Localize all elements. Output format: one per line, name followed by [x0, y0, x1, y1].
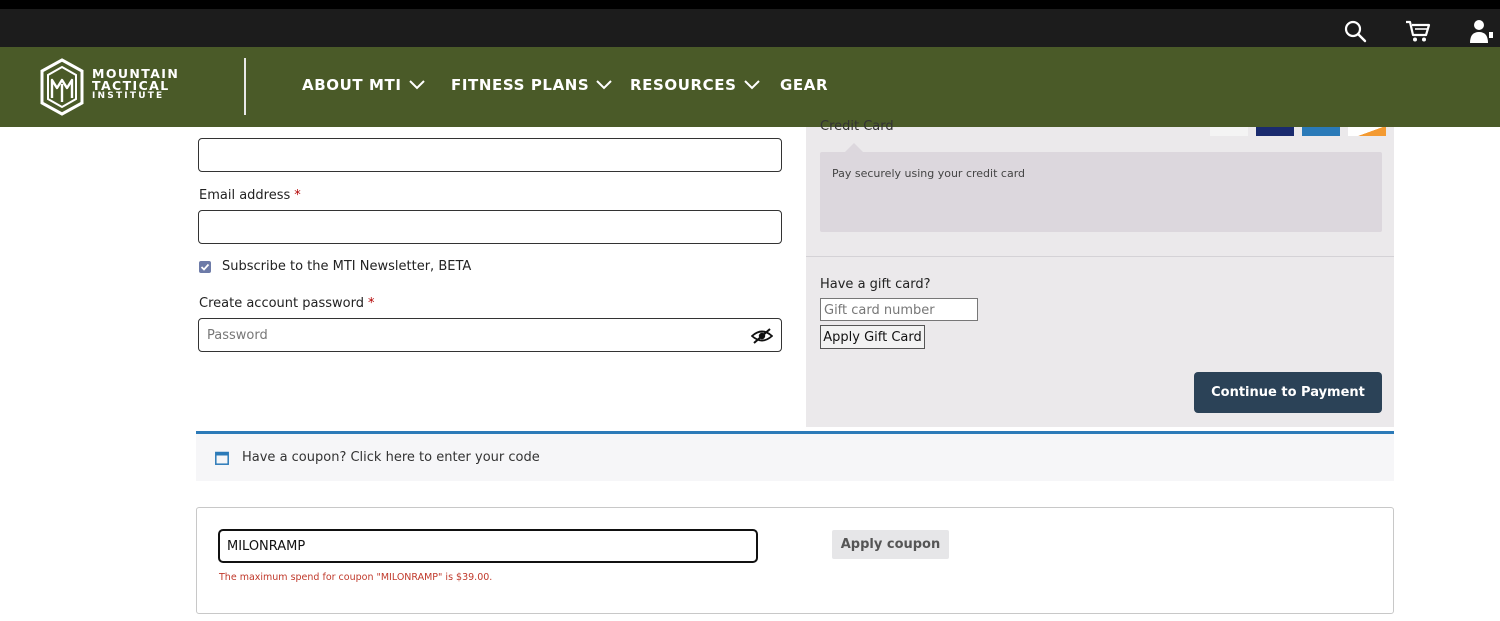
coupon-error-message: The maximum spend for coupon "MILONRAMP"… — [219, 572, 493, 583]
newsletter-checkbox[interactable] — [199, 261, 211, 273]
calendar-icon — [215, 451, 229, 465]
apply-gift-card-button[interactable]: Apply Gift Card — [820, 325, 925, 349]
nav-item-label: FITNESS PLANS — [451, 76, 590, 94]
chevron-down-icon — [596, 80, 613, 90]
required-marker: * — [367, 296, 375, 311]
eye-off-icon[interactable] — [751, 327, 773, 345]
mti-logo-mark-icon — [40, 58, 84, 116]
coupon-code-field[interactable] — [218, 529, 758, 563]
email-label-text: Email address — [199, 188, 291, 203]
newsletter-label: Subscribe to the MTI Newsletter, BETA — [222, 259, 472, 274]
main-navbar: MOUNTAIN TACTICAL INSTITUTE ABOUT MTI FI… — [0, 47, 1500, 127]
gift-card-heading: Have a gift card? — [820, 277, 931, 292]
logo-line-3: INSTITUTE — [92, 91, 165, 101]
logo-line-2: TACTICAL — [92, 77, 170, 93]
discover-logo-icon — [1348, 127, 1386, 136]
mti-logo[interactable]: MOUNTAIN TACTICAL INSTITUTE — [40, 58, 200, 116]
nav-item-label: ABOUT MTI — [302, 76, 402, 94]
required-marker: * — [294, 188, 301, 203]
visa-logo-icon — [1210, 127, 1248, 136]
credit-card-description: Pay securely using your credit card — [832, 167, 1025, 180]
nav-item-label: RESOURCES — [630, 76, 737, 94]
card-logos — [1210, 127, 1386, 136]
email-label: Email address * — [199, 188, 301, 203]
credit-card-description-box: Pay securely using your credit card — [820, 152, 1382, 232]
email-input[interactable] — [199, 211, 781, 243]
nav-item-gear[interactable]: GEAR — [780, 76, 828, 94]
gift-card-field[interactable] — [820, 298, 978, 321]
checkmark-icon — [200, 263, 210, 271]
chevron-down-icon — [743, 80, 760, 90]
apply-coupon-button[interactable]: Apply coupon — [832, 530, 949, 559]
nav-item-about-mti[interactable]: ABOUT MTI — [302, 76, 426, 94]
email-field[interactable] — [198, 210, 782, 244]
password-input[interactable] — [199, 319, 781, 351]
nav-item-label: GEAR — [780, 76, 829, 94]
nav-item-fitness-plans[interactable]: FITNESS PLANS — [451, 76, 613, 94]
nav-divider — [244, 58, 246, 115]
account-icon[interactable] — [1466, 17, 1494, 45]
credit-card-label: Credit Card — [820, 119, 894, 134]
logo-wordmark: MOUNTAIN TACTICAL INSTITUTE — [92, 68, 179, 103]
password-label: Create account password * — [199, 296, 374, 311]
search-icon[interactable] — [1341, 17, 1369, 45]
cc-box-notch — [845, 143, 863, 152]
chevron-down-icon — [408, 80, 425, 90]
phone-field[interactable] — [198, 138, 782, 172]
password-label-text: Create account password — [199, 296, 364, 311]
cart-icon[interactable] — [1404, 17, 1432, 45]
password-field[interactable] — [198, 318, 782, 352]
top-utility-bar — [0, 0, 1500, 47]
continue-to-payment-button[interactable]: Continue to Payment — [1194, 372, 1382, 413]
amex-logo-icon — [1302, 127, 1340, 136]
panel-divider — [806, 256, 1394, 257]
coupon-notice[interactable]: Have a coupon? Click here to enter your … — [196, 431, 1394, 481]
phone-input[interactable] — [199, 139, 781, 171]
mastercard-logo-icon — [1256, 127, 1294, 136]
coupon-code-input[interactable] — [220, 531, 756, 561]
coupon-prompt-link[interactable]: Have a coupon? Click here to enter your … — [242, 450, 540, 465]
gift-card-input[interactable] — [821, 300, 977, 321]
nav-item-resources[interactable]: RESOURCES — [630, 76, 761, 94]
